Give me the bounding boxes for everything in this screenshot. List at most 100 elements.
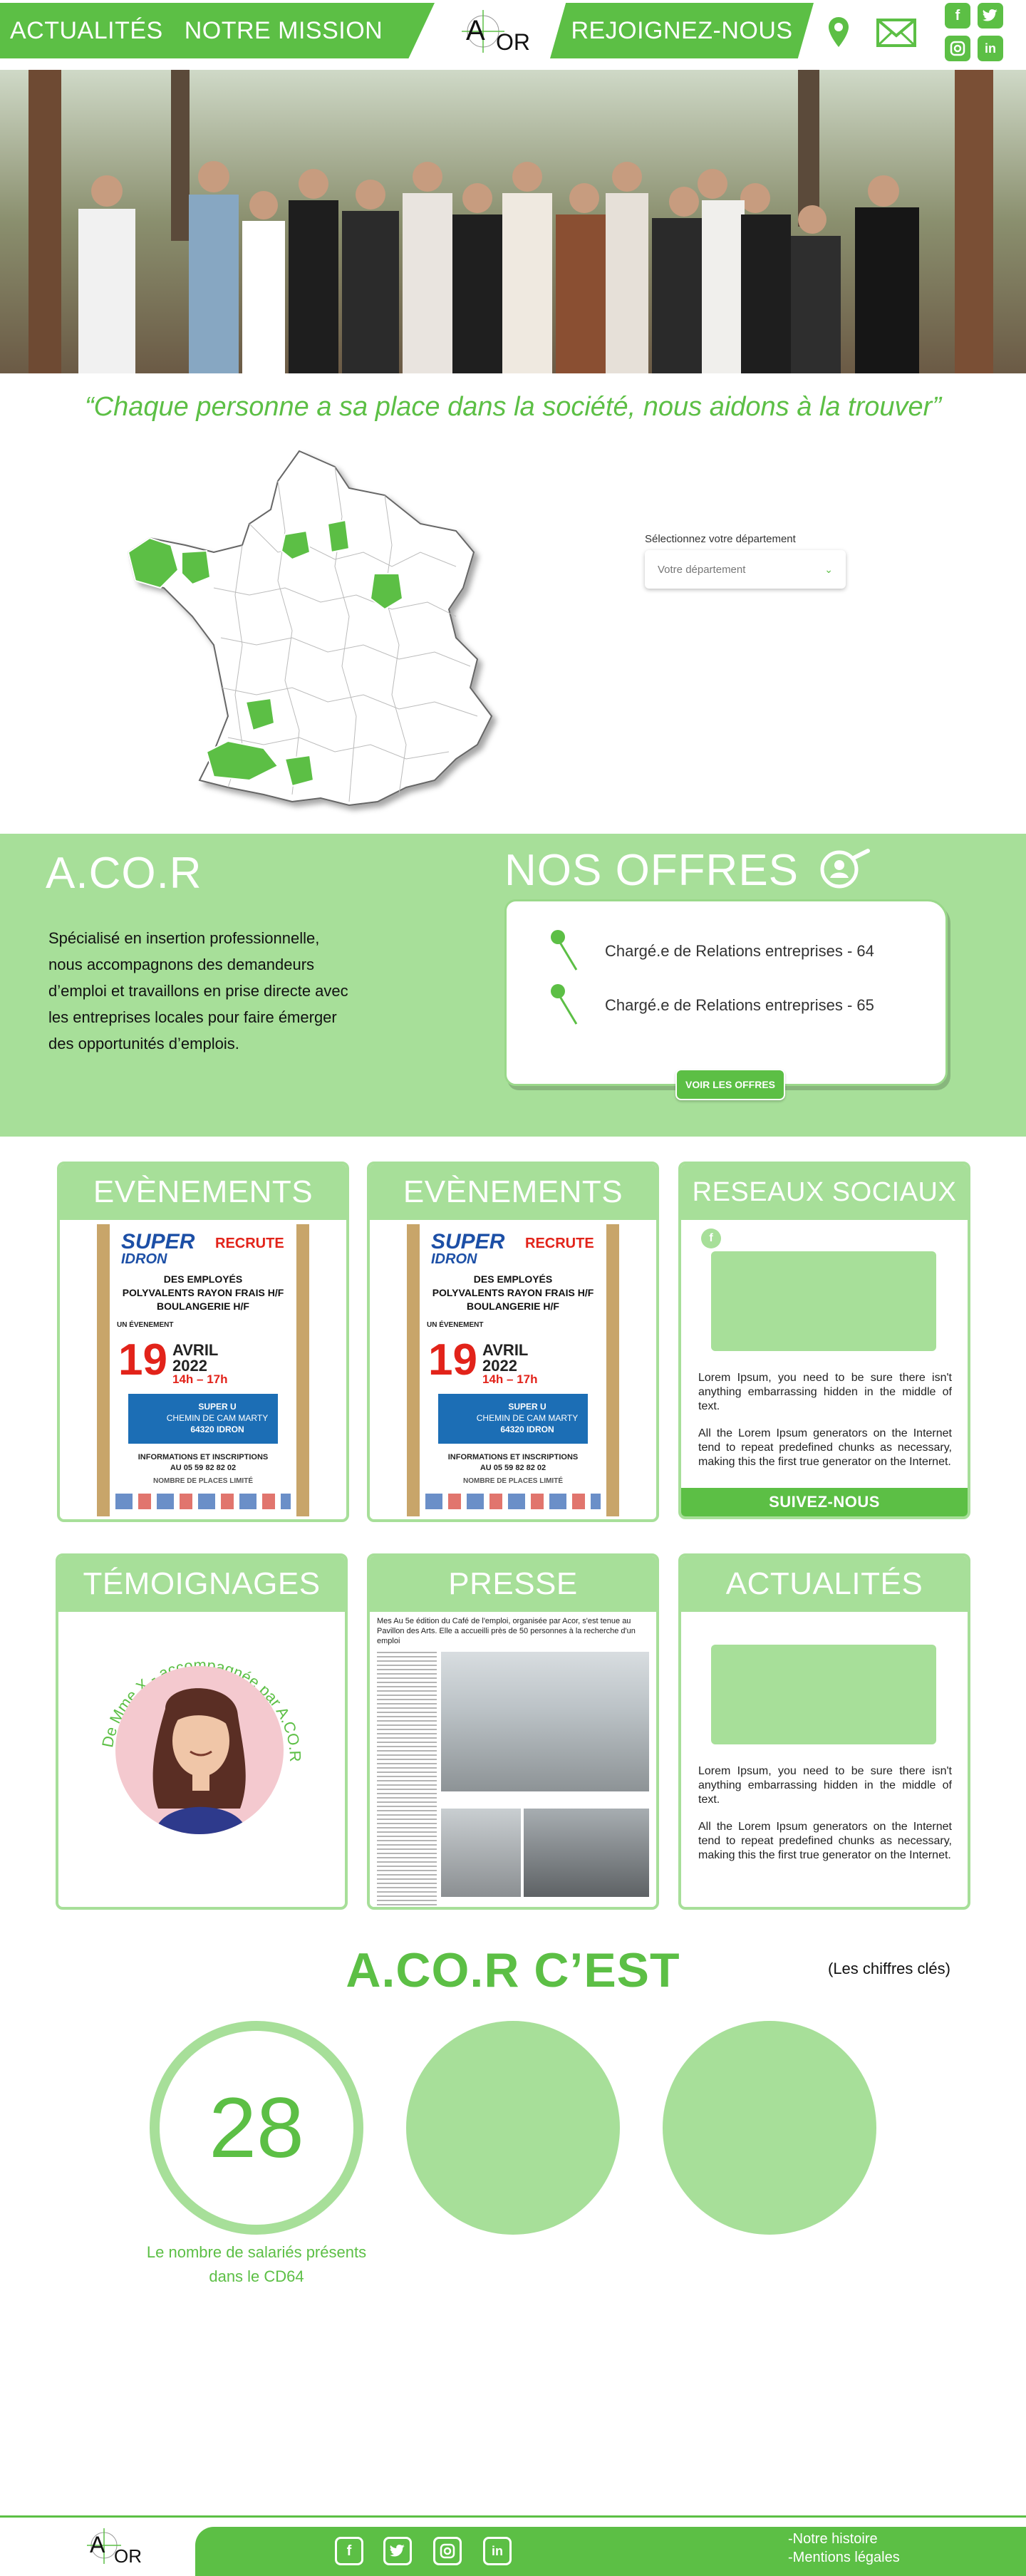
press-card[interactable]: PRESSE Mes Au 5e édition du Café de l'em… (367, 1553, 659, 1910)
press-photo (441, 1652, 649, 1791)
svg-text:A: A (466, 15, 485, 46)
offers-card: Chargé.e de Relations entreprises - 64 C… (504, 899, 948, 1086)
social-card[interactable]: RESEAUX SOCIAUX f Lorem Ipsum, you need … (678, 1162, 970, 1519)
view-offers-button[interactable]: VOIR LES OFFRES (675, 1069, 785, 1100)
key-figure-value: 28 (209, 2080, 304, 2176)
offer-title[interactable]: Chargé.e de Relations entreprises - 64 (605, 942, 874, 961)
news-text-1: Lorem Ipsum, you need to be sure there i… (698, 1765, 952, 1806)
hero-group-photo (0, 70, 1026, 373)
search-person-icon (820, 849, 870, 889)
key-figure-disc (663, 2021, 876, 2235)
department-label: Sélectionnez votre département (645, 533, 796, 545)
poster-brand2: IDRON (121, 1251, 167, 1267)
card-title: PRESSE (370, 1556, 656, 1612)
nav-actualites[interactable]: ACTUALITÉS (10, 17, 163, 45)
poster-location: SUPER U CHEMIN DE CAM MARTY 64320 IDRON (128, 1394, 278, 1444)
facebook-icon[interactable]: f (335, 2537, 363, 2565)
chevron-down-icon: ⌄ (824, 563, 833, 575)
poster-places: NOMBRE DE PLACES LIMITÉ (462, 1477, 563, 1485)
press-text-column (377, 1652, 437, 1907)
main-nav: ACTUALITÉS NOTRE MISSION (0, 3, 435, 58)
social-text-1: Lorem Ipsum, you need to be sure there i… (698, 1372, 952, 1412)
location-pin-icon[interactable] (826, 16, 851, 50)
linkedin-icon[interactable]: in (978, 36, 1003, 61)
poster-brand: SUPER (431, 1230, 505, 1253)
poster-places: NOMBRE DE PLACES LIMITÉ (152, 1477, 253, 1485)
press-photo (441, 1809, 521, 1897)
svg-text:OR: OR (496, 29, 530, 55)
events-card[interactable]: EVÈNEMENTS SUPER IDRON RECRUTE DES EMPLO… (367, 1162, 659, 1522)
poster-hours: 14h – 17h (482, 1372, 538, 1386)
poster-brand2: IDRON (431, 1251, 477, 1267)
mission-quote: “Chaque personne a sa place dans la soci… (85, 392, 941, 422)
poster-event-label: UN ÉVENEMENT (117, 1321, 174, 1329)
join-nav[interactable]: REJOIGNEZ-NOUS (550, 3, 814, 58)
press-photo (524, 1809, 649, 1897)
footer-logo[interactable]: A OR (78, 2523, 150, 2572)
svg-text:A: A (90, 2532, 105, 2557)
site-header: ACTUALITÉS NOTRE MISSION A OR REJOIGNEZ-… (0, 0, 1026, 68)
map-pin-icon (551, 984, 578, 1025)
press-headline: Mes Au 5e édition du Café de l'emploi, o… (377, 1617, 636, 1645)
email-icon[interactable] (876, 19, 916, 47)
poster-recrute: RECRUTE (215, 1236, 284, 1251)
facebook-icon[interactable]: f (945, 3, 970, 29)
france-department-map[interactable] (121, 445, 506, 827)
offer-item[interactable]: Chargé.e de Relations entreprises - 65 (549, 983, 874, 1028)
instagram-icon[interactable] (945, 36, 970, 61)
footer-bar (195, 2527, 1026, 2576)
partner-logos (425, 1494, 601, 1509)
press-clipping[interactable]: Mes Au 5e édition du Café de l'emploi, o… (373, 1615, 653, 1907)
card-title: ACTUALITÉS (681, 1556, 968, 1612)
card-title: TÉMOIGNAGES (58, 1556, 345, 1612)
poster-brand: SUPER (121, 1230, 195, 1253)
instagram-icon[interactable] (433, 2537, 462, 2565)
twitter-icon[interactable] (978, 3, 1003, 29)
poster-day: 19 (428, 1335, 477, 1385)
poster-recrute: RECRUTE (525, 1236, 594, 1251)
social-post-placeholder (711, 1251, 936, 1351)
page: ACTUALITÉS NOTRE MISSION A OR REJOIGNEZ-… (0, 0, 1026, 2576)
footer-link-legal[interactable]: -Mentions légales (788, 2548, 900, 2567)
about-description: Spécialisé en insertion professionnelle,… (48, 929, 348, 1052)
offer-item[interactable]: Chargé.e de Relations entreprises - 64 (549, 929, 874, 974)
poster-lines: DES EMPLOYÉS POLYVALENTS RAYON FRAIS H/F… (432, 1273, 594, 1312)
offers-title: NOS OFFRES (504, 846, 799, 895)
poster-info: INFORMATIONS ET INSCRIPTIONS AU 05 59 82 … (138, 1453, 269, 1472)
nav-mission[interactable]: NOTRE MISSION (185, 17, 383, 45)
offer-title[interactable]: Chargé.e de Relations entreprises - 65 (605, 996, 874, 1015)
footer-divider (0, 2515, 1026, 2518)
key-figure-label: Le nombre de salariés présents dans le C… (146, 2243, 367, 2285)
follow-us-button[interactable]: SUIVEZ-NOUS (681, 1488, 968, 1516)
svg-text:OR: OR (114, 2545, 142, 2567)
poster-event-label: UN ÉVENEMENT (427, 1321, 484, 1329)
map-pin-icon (551, 930, 578, 971)
poster-location: SUPER U CHEMIN DE CAM MARTY 64320 IDRON (438, 1394, 588, 1444)
facebook-icon[interactable]: f (701, 1228, 721, 1248)
twitter-icon[interactable] (383, 2537, 412, 2565)
event-poster[interactable]: SUPER IDRON RECRUTE DES EMPLOYÉS POLYVAL… (97, 1224, 309, 1516)
event-poster[interactable]: SUPER IDRON RECRUTE DES EMPLOYÉS POLYVAL… (407, 1224, 619, 1516)
card-title: EVÈNEMENTS (370, 1164, 656, 1220)
footer-link-history[interactable]: -Notre histoire (788, 2530, 900, 2548)
key-figure-disc (406, 2021, 620, 2235)
linkedin-icon[interactable]: in (483, 2537, 512, 2565)
card-title: EVÈNEMENTS (60, 1164, 346, 1220)
acor-logo[interactable]: A OR (453, 6, 539, 61)
about-title: A.CO.R (46, 849, 202, 898)
poster-month: AVRIL 2022 (172, 1341, 219, 1375)
poster-month: AVRIL 2022 (482, 1341, 529, 1375)
footer-links: -Notre histoire -Mentions légales (788, 2530, 900, 2567)
key-figures-subtitle: (Les chiffres clés) (828, 1960, 950, 1977)
testimonial-avatar (115, 1666, 284, 1834)
key-figure-ring: 28 (150, 2021, 363, 2235)
news-text-2: All the Lorem Ipsum generators on the In… (698, 1821, 952, 1861)
testimonials-card[interactable]: TÉMOIGNAGES De Mme X - accompagnée par A… (56, 1553, 348, 1910)
poster-info: INFORMATIONS ET INSCRIPTIONS AU 05 59 82 … (447, 1453, 579, 1472)
department-select[interactable]: Votre département ⌄ (645, 550, 846, 589)
events-card[interactable]: EVÈNEMENTS SUPER IDRON RECRUTE DES EMPLO… (57, 1162, 349, 1522)
news-card[interactable]: ACTUALITÉS Lorem Ipsum, you need to be s… (678, 1553, 970, 1910)
nav-join[interactable]: REJOIGNEZ-NOUS (571, 17, 792, 45)
poster-lines: DES EMPLOYÉS POLYVALENTS RAYON FRAIS H/F… (122, 1273, 284, 1312)
news-placeholder (711, 1645, 936, 1744)
